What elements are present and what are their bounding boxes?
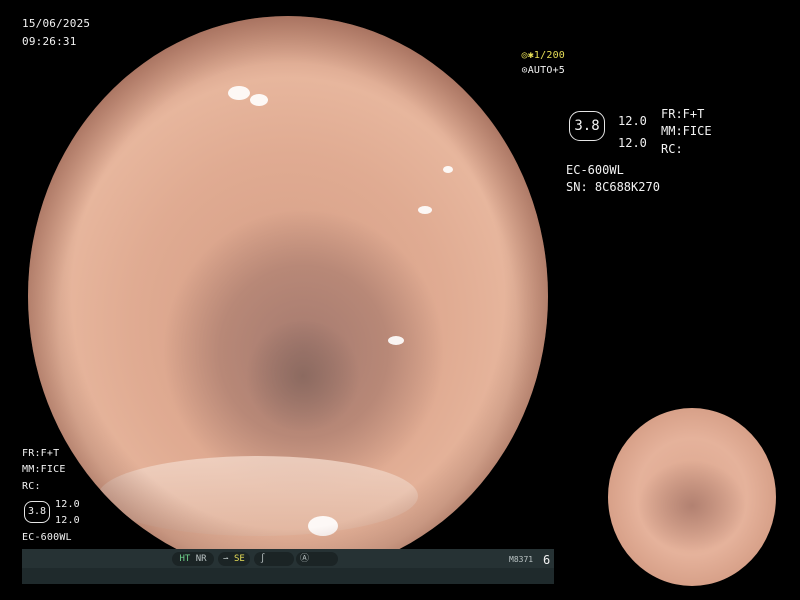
left-mm-label: MM:FICE: [22, 464, 66, 475]
rc-label: RC:: [661, 142, 683, 156]
circle-a-icon: Ⓐ: [300, 554, 310, 564]
slash-pill: ∫: [254, 552, 294, 566]
ht-label: HT: [179, 554, 191, 564]
se-pill: ⇀ SE: [218, 552, 250, 566]
main-endoscopic-view: [28, 16, 548, 576]
status-code: M8371: [509, 555, 534, 564]
date-text: 15/06/2025: [22, 17, 91, 30]
light-reflection: [443, 166, 453, 173]
light-reflection: [250, 94, 268, 106]
fr-label: FR:F+T: [661, 107, 705, 121]
slash-icon: ∫: [260, 554, 266, 564]
value-1: 12.0: [618, 114, 647, 128]
serial-number: SN: 8C688K270: [566, 180, 660, 194]
value-2: 12.0: [618, 136, 647, 150]
left-fr-label: FR:F+T: [22, 448, 60, 459]
pip-endoscopic-view: [608, 408, 776, 586]
zoom-badge: 3.8: [569, 111, 605, 141]
left-value-2: 12.0: [55, 515, 80, 526]
se-icon: ⇀: [223, 554, 229, 564]
light-reflection: [418, 206, 432, 214]
nr-label: NR: [195, 554, 207, 564]
left-rc-label: RC:: [22, 481, 41, 492]
mm-label: MM:FICE: [661, 124, 712, 138]
light-reflection: [228, 86, 250, 100]
light-reflection: [388, 336, 404, 345]
auto-setting: ⊙AUTO+5: [521, 65, 566, 76]
scope-model: EC-600WL: [566, 163, 624, 177]
ht-nr-pill: HT NR: [172, 552, 214, 566]
se-label: SE: [234, 554, 245, 564]
left-zoom-badge: 3.8: [24, 501, 50, 523]
left-value-1: 12.0: [55, 499, 80, 510]
lumen-shadow: [243, 321, 363, 431]
circle-pill: Ⓐ: [296, 552, 338, 566]
mucosal-fold: [98, 456, 418, 536]
status-number: 6: [543, 553, 551, 567]
light-reflection: [308, 516, 338, 536]
left-scope-model: EC-600WL: [22, 532, 72, 543]
time-text: 09:26:31: [22, 35, 77, 48]
